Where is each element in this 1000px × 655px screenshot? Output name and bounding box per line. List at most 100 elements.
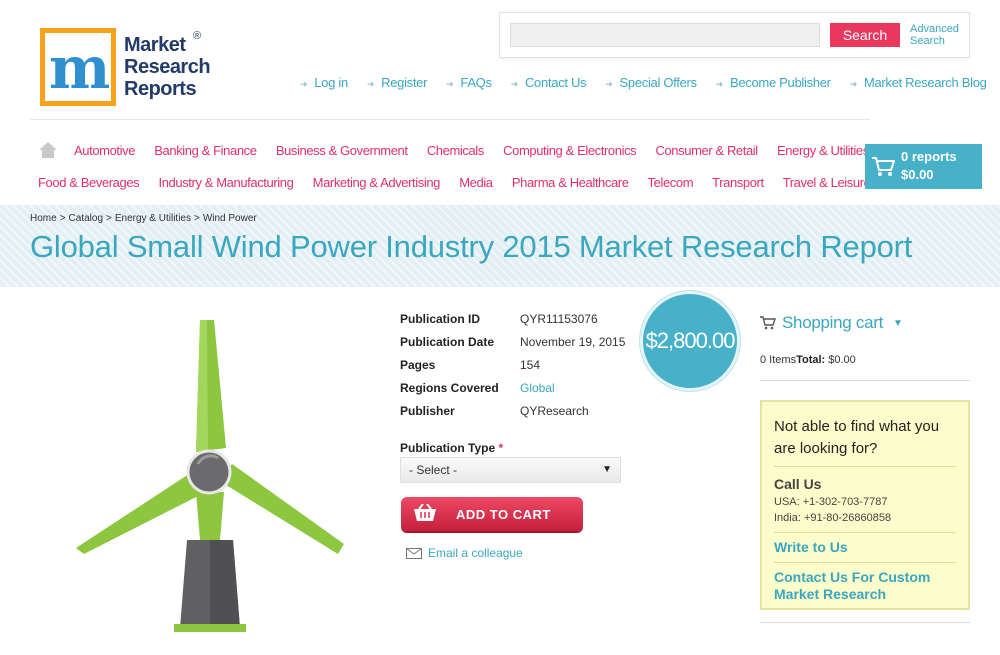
detail-value: 154 — [520, 358, 541, 372]
category-computing-electronics[interactable]: Computing & Electronics — [503, 143, 637, 158]
category-chemicals[interactable]: Chemicals — [427, 143, 484, 158]
breadcrumb-catalog[interactable]: Catalog — [69, 213, 103, 224]
envelope-icon — [406, 547, 422, 559]
category-banking-finance[interactable]: Banking & Finance — [154, 143, 257, 158]
category-automotive[interactable]: Automotive — [74, 143, 135, 158]
email-colleague-label: Email a colleague — [428, 546, 523, 560]
category-industry-manufacturing[interactable]: Industry & Manufacturing — [159, 175, 294, 190]
detail-row-publisher: Publisher QYResearch — [400, 404, 625, 427]
detail-label: Publication ID — [400, 312, 481, 326]
category-energy-utilities[interactable]: Energy & Utilities — [777, 143, 869, 158]
cart-total-label: Total: — [796, 354, 826, 366]
arrow-icon: ➜ — [300, 79, 308, 89]
topnav-label: FAQs — [460, 75, 492, 90]
breadcrumb-wind-power[interactable]: Wind Power — [203, 213, 257, 224]
publication-type-label: Publication Type * — [400, 441, 503, 455]
topnav-faqs[interactable]: ➜ FAQs — [446, 75, 492, 90]
help-divider — [774, 562, 956, 563]
breadcrumb-energy-utilities[interactable]: Energy & Utilities — [115, 213, 191, 224]
detail-row-pages: Pages 154 — [400, 358, 625, 381]
category-pharma-healthcare[interactable]: Pharma & Healthcare — [512, 175, 629, 190]
chevron-down-icon: ▼ — [893, 317, 903, 329]
detail-label: Pages — [400, 358, 436, 372]
help-divider — [774, 466, 956, 467]
category-media[interactable]: Media — [459, 175, 493, 190]
home-icon[interactable] — [38, 141, 58, 159]
price-badge: $2,800.00 — [640, 291, 740, 391]
category-travel-leisure[interactable]: Travel & Leisure — [783, 175, 871, 190]
email-colleague-link[interactable]: Email a colleague — [406, 546, 523, 560]
call-us-heading: Call Us — [774, 476, 822, 492]
publication-type-text: Publication Type — [400, 441, 496, 455]
breadcrumb-separator: > — [106, 213, 112, 224]
help-divider — [774, 532, 956, 533]
breadcrumb-home[interactable]: Home — [30, 213, 57, 224]
topnav-label: Special Offers — [619, 75, 698, 90]
search-input[interactable] — [510, 23, 820, 47]
topnav-label: Market Research Blog — [863, 75, 987, 90]
category-telecom[interactable]: Telecom — [648, 175, 694, 190]
cart-items-summary: 0 ItemsTotal: $0.00 — [760, 354, 856, 366]
advanced-search-link[interactable]: Advanced Search — [910, 23, 959, 47]
detail-label: Publication Date — [400, 335, 495, 349]
india-phone: India: +91-80-26860858 — [774, 512, 892, 524]
topnav-contact-us[interactable]: ➜ Contact Us — [511, 75, 587, 90]
publication-type-selected: - Select - — [409, 463, 458, 477]
detail-value: QYResearch — [520, 404, 589, 418]
required-mark: * — [498, 441, 504, 455]
cart-items-count: 0 Items — [760, 354, 797, 366]
advanced-search-line-2: Search — [910, 35, 945, 47]
category-nav-row-1: Automotive Banking & Finance Business & … — [74, 143, 869, 158]
category-marketing-advertising[interactable]: Marketing & Advertising — [313, 175, 441, 190]
cart-basket-icon — [414, 504, 436, 521]
detail-row-regions: Regions Covered Global — [400, 381, 625, 404]
category-food-beverages[interactable]: Food & Beverages — [38, 175, 140, 190]
add-to-cart-button[interactable]: ADD TO CART — [401, 497, 583, 531]
topnav-special-offers[interactable]: ➜ Special Offers — [605, 75, 698, 90]
publication-type-select[interactable]: - Select - ▼ — [400, 457, 621, 483]
wind-turbine-icon — [76, 320, 344, 632]
arrow-icon: ➜ — [849, 79, 858, 89]
topnav-label: Contact Us — [524, 75, 587, 90]
shopping-cart-icon — [872, 157, 895, 176]
topnav-register[interactable]: ➜ Register — [366, 75, 428, 90]
breadcrumb: Home > Catalog > Energy & Utilities > Wind Pow… — [30, 213, 257, 224]
detail-value: November 19, 2015 — [520, 335, 626, 349]
header-cart-button[interactable]: 0 reports $0.00 — [865, 144, 982, 189]
arrow-icon: ➜ — [510, 79, 519, 89]
help-box: Not able to find what you are looking fo… — [760, 400, 970, 610]
topnav-become-publisher[interactable]: ➜ Become Publisher — [716, 75, 831, 90]
search-button[interactable]: Search — [830, 23, 900, 47]
write-to-us-link[interactable]: Write to Us — [774, 539, 956, 556]
logo-line-3: Reports — [124, 78, 197, 100]
category-transport[interactable]: Transport — [712, 175, 764, 190]
detail-value: QYR11153076 — [520, 312, 598, 326]
logo-wordmark: Market Research Reports — [124, 34, 211, 100]
topnav-login[interactable]: ➜ Log in — [300, 75, 348, 90]
shopping-cart-icon — [760, 316, 776, 330]
topnav-blog[interactable]: ➜ Market Research Blog — [850, 75, 987, 90]
region-link[interactable]: Global — [520, 381, 555, 395]
registered-mark: ® — [193, 30, 202, 42]
category-consumer-retail[interactable]: Consumer & Retail — [655, 143, 758, 158]
custom-research-link[interactable]: Contact Us For Custom Market Research — [774, 569, 956, 603]
logo-mark: m — [40, 28, 116, 106]
detail-label: Publisher — [400, 404, 455, 418]
shopping-cart-title: Shopping cart — [782, 313, 884, 332]
detail-row-publication-id: Publication ID QYR11153076 — [400, 312, 625, 335]
arrow-icon: ➜ — [605, 79, 613, 89]
product-details: Publication ID QYR11153076 Publication D… — [400, 312, 625, 427]
top-nav: ➜ Log in ➜ Register ➜ FAQs ➜ Contact Us ➜ Spe… — [300, 75, 987, 90]
arrow-icon: ➜ — [446, 79, 454, 89]
site-logo[interactable]: m Market Research Reports ® — [40, 28, 220, 110]
logo-letter: m — [49, 34, 110, 102]
arrow-icon: ➜ — [366, 79, 375, 89]
shopping-cart-header[interactable]: Shopping cart ▼ — [760, 313, 903, 333]
topnav-label: Log in — [314, 75, 348, 90]
category-business-government[interactable]: Business & Government — [276, 143, 408, 158]
category-nav-row-2: Food & Beverages Industry & Manufacturin… — [38, 175, 871, 190]
search-bar: Search Advanced Search — [499, 12, 970, 58]
advanced-search-line-1: Advanced — [910, 23, 959, 35]
cart-amount: $0.00 — [901, 167, 934, 182]
topnav-label: Become Publisher — [729, 75, 831, 90]
